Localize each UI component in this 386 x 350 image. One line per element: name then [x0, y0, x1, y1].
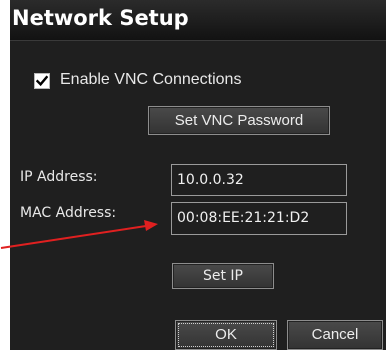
- annotation-arrow: [0, 220, 158, 249]
